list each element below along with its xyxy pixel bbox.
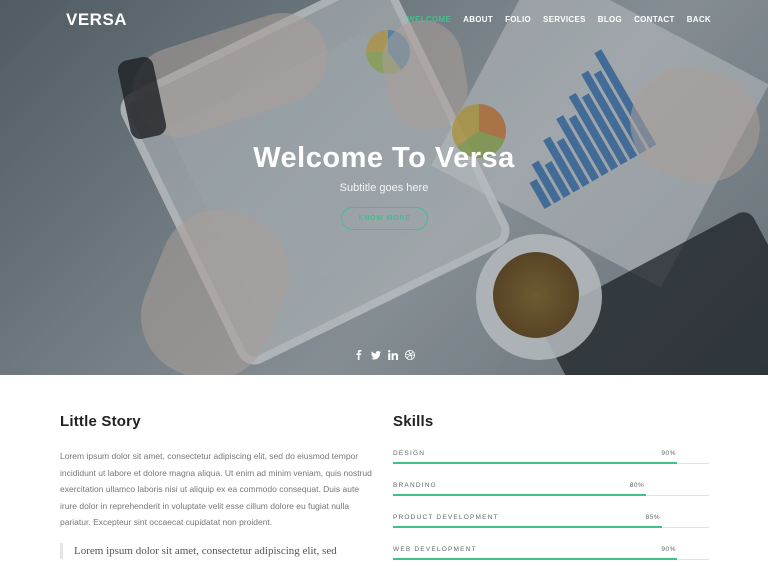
nav-item-back[interactable]: BACK xyxy=(687,15,711,24)
story-title: Little Story xyxy=(60,413,141,430)
skill-track xyxy=(393,526,709,528)
skill-design: DESIGN 90% xyxy=(393,450,709,470)
social-links xyxy=(354,350,415,361)
brand-logo[interactable]: VERSA xyxy=(66,10,127,30)
main-nav: WELCOME ABOUT FOLIO SERVICES BLOG CONTAC… xyxy=(407,15,711,24)
skill-percent-label: 80% xyxy=(629,482,645,489)
linkedin-icon[interactable] xyxy=(388,350,399,361)
facebook-icon[interactable] xyxy=(354,350,364,361)
skill-percent-label: 90% xyxy=(661,450,676,457)
skill-track xyxy=(393,558,709,560)
skill-progress-bar xyxy=(393,526,662,528)
nav-item-contact[interactable]: CONTACT xyxy=(634,15,675,24)
little-story-section: Little Story Lorem ipsum dolor sit amet,… xyxy=(60,413,378,559)
skill-progress-bar xyxy=(393,494,646,496)
hero-subtitle: Subtitle goes here xyxy=(339,182,429,194)
skill-name: BRANDING xyxy=(393,482,437,489)
skills-section: Skills DESIGN 90% BRANDING 80% PRODUCT D… xyxy=(393,413,709,560)
skills-title: Skills xyxy=(393,413,434,430)
nav-item-blog[interactable]: BLOG xyxy=(598,15,622,24)
twitter-icon[interactable] xyxy=(371,350,381,361)
skill-name: DESIGN xyxy=(393,450,426,457)
skill-name: PRODUCT DEVELOPMENT xyxy=(393,514,499,521)
skill-web-development: WEB DEVELOPMENT 90% xyxy=(393,546,709,566)
hero-title: Welcome To Versa xyxy=(253,142,515,174)
skill-percent-label: 85% xyxy=(645,514,661,521)
skill-progress-bar xyxy=(393,558,678,560)
hero-section: VERSA WELCOME ABOUT FOLIO SERVICES BLOG … xyxy=(0,0,768,375)
skill-progress-bar xyxy=(393,462,678,464)
nav-item-welcome[interactable]: WELCOME xyxy=(407,15,451,24)
story-paragraph: Lorem ipsum dolor sit amet, consectetur … xyxy=(60,451,372,527)
skill-branding: BRANDING 80% xyxy=(393,482,709,502)
skill-track xyxy=(393,462,709,464)
know-more-button[interactable]: KNOW MORE xyxy=(341,207,428,230)
story-quote: Lorem ipsum dolor sit amet, consectetur … xyxy=(60,542,378,559)
nav-item-about[interactable]: ABOUT xyxy=(463,15,493,24)
nav-item-services[interactable]: SERVICES xyxy=(543,15,586,24)
skill-track xyxy=(393,494,709,496)
nav-item-folio[interactable]: FOLIO xyxy=(505,15,531,24)
skill-product-development: PRODUCT DEVELOPMENT 85% xyxy=(393,514,709,534)
dribbble-icon[interactable] xyxy=(405,350,415,361)
